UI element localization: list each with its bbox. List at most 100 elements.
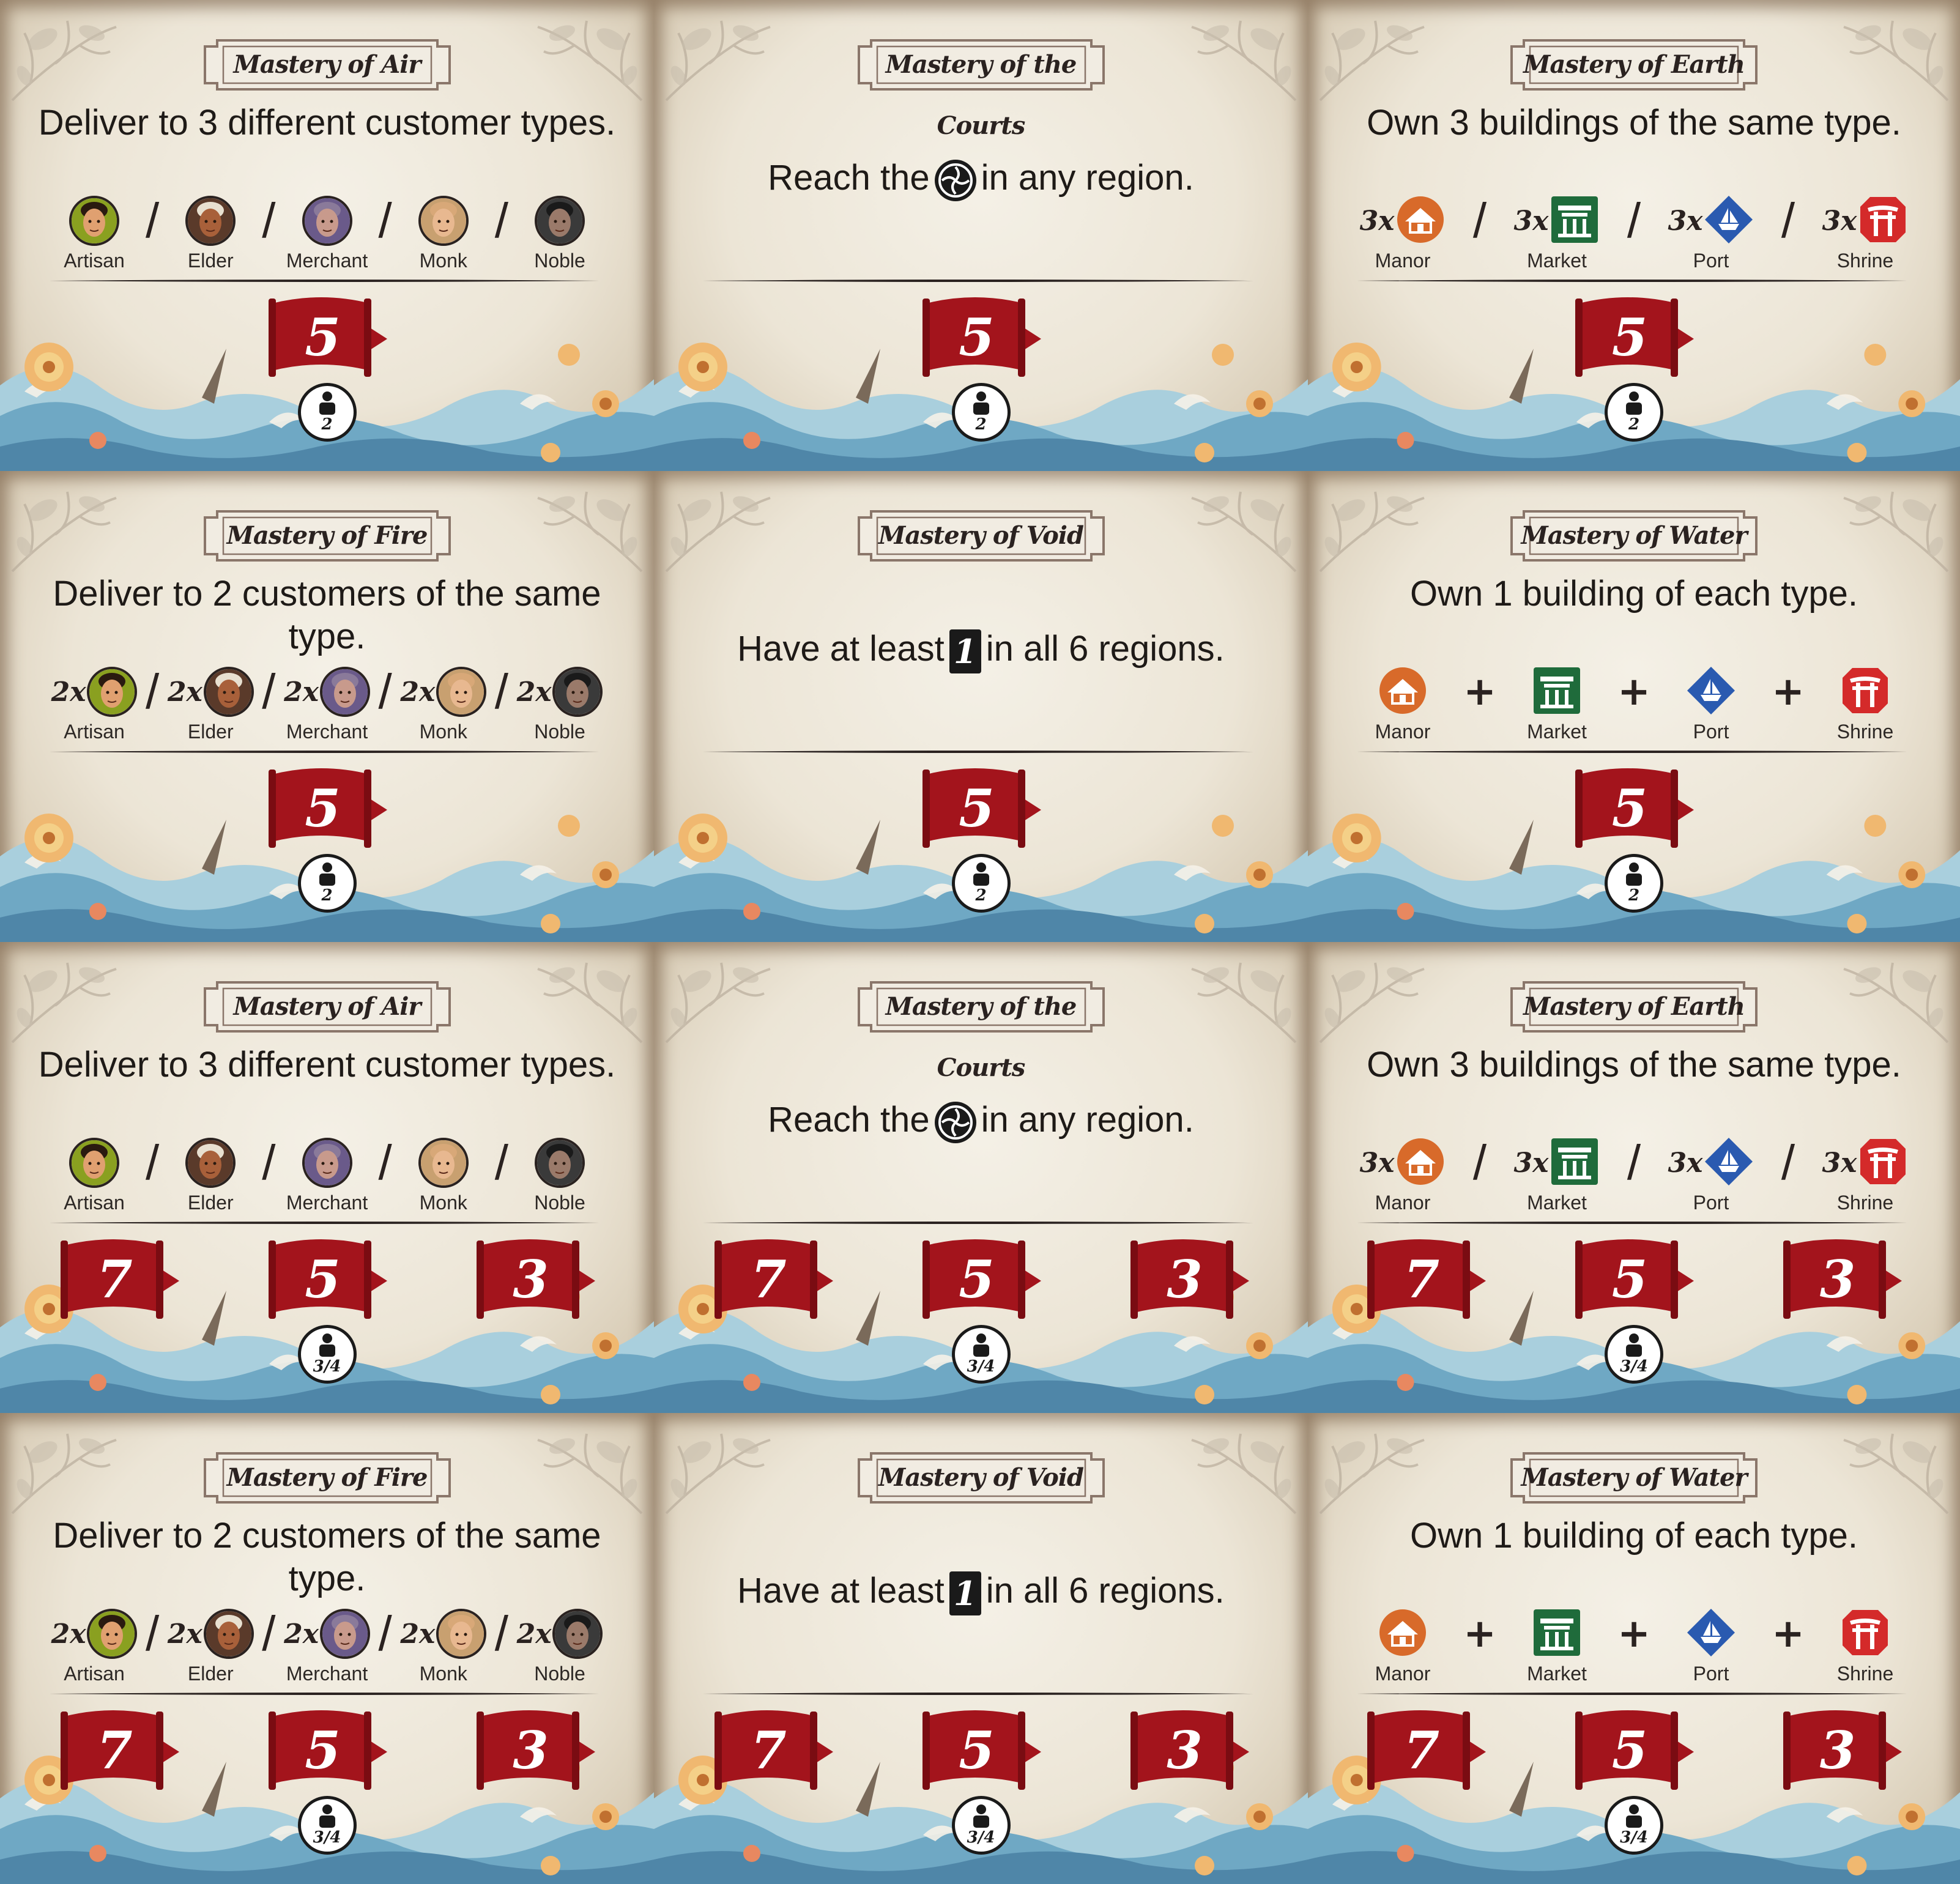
icon-label: Merchant bbox=[286, 250, 368, 272]
artisan-portrait-icon bbox=[69, 196, 119, 246]
icon-slot: Port bbox=[1659, 666, 1763, 743]
icon-label: Monk bbox=[419, 1192, 467, 1214]
reward-row: 5 bbox=[1308, 291, 1960, 383]
mastery-card[interactable]: Mastery of Earth Own 3 buildings of the s… bbox=[1308, 0, 1960, 471]
rule-text: Own 1 building of each type. bbox=[1410, 1516, 1858, 1556]
shrine-icon bbox=[1840, 666, 1890, 718]
multiplier: 2x bbox=[400, 1618, 436, 1650]
player-count-badge: 2 bbox=[1605, 854, 1663, 913]
emblem-icon bbox=[934, 1101, 976, 1143]
monk-portrait-icon bbox=[436, 667, 487, 717]
icon-label: Shrine bbox=[1836, 1192, 1894, 1214]
title-banner: Mastery of the Courts bbox=[853, 976, 1110, 1082]
multiplier: 2x bbox=[284, 676, 319, 708]
reward-row: 7 5 3 bbox=[0, 1233, 654, 1325]
icon-row: Artisan / Elder / Merchant / Monk / Noble bbox=[43, 1137, 611, 1222]
icon-label: Manor bbox=[1375, 1192, 1431, 1214]
player-count-badge: 3/4 bbox=[1605, 1325, 1663, 1384]
title-banner: Mastery of Air bbox=[199, 976, 456, 1037]
icon-slot: 3x Manor bbox=[1351, 195, 1455, 272]
reward-value: 7 bbox=[1403, 1720, 1440, 1781]
player-count: 2 bbox=[975, 415, 987, 434]
monk-portrait-icon bbox=[436, 1609, 487, 1659]
separator: / bbox=[146, 664, 160, 719]
separator: / bbox=[378, 193, 392, 248]
multiplier: 3x bbox=[1359, 205, 1395, 237]
icon-slot: 3x Shrine bbox=[1813, 195, 1917, 272]
mastery-card[interactable]: Mastery of Fire Deliver to 2 customers of… bbox=[0, 1413, 654, 1884]
reward-flag: 7 bbox=[58, 1233, 180, 1325]
reward-value: 7 bbox=[751, 1720, 787, 1781]
reward-row: 7 5 3 bbox=[654, 1704, 1308, 1796]
card-title: Mastery of Void bbox=[878, 521, 1084, 550]
title-banner: Mastery of Fire bbox=[199, 505, 456, 566]
title-banner: Mastery of Air bbox=[199, 34, 456, 95]
mastery-card[interactable]: Mastery of Void Have at least 1 in all 6 … bbox=[654, 471, 1308, 942]
icon-slot: 2x Monk bbox=[392, 1608, 495, 1685]
shrine-icon bbox=[1858, 195, 1908, 247]
reward-flag: 7 bbox=[1365, 1704, 1487, 1796]
reward-value: 5 bbox=[959, 307, 995, 368]
icon-label: Shrine bbox=[1836, 721, 1894, 743]
icon-label: Shrine bbox=[1836, 250, 1894, 272]
icon-label: Noble bbox=[534, 721, 585, 743]
separator: / bbox=[378, 664, 392, 719]
rule-text-after: in all 6 regions. bbox=[986, 1571, 1225, 1611]
player-count-badge: 3/4 bbox=[951, 1325, 1011, 1384]
mastery-card[interactable]: Mastery of the Courts Reach the in any r… bbox=[654, 942, 1308, 1413]
mastery-card[interactable]: Mastery of Water Own 1 building of each t… bbox=[1308, 1413, 1960, 1884]
rule-text: Reach the in any region. bbox=[691, 1099, 1271, 1144]
player-count: 3/4 bbox=[967, 1828, 995, 1847]
divider-line bbox=[1357, 280, 1907, 282]
multiplier: 2x bbox=[167, 1618, 202, 1650]
separator: / bbox=[262, 1606, 276, 1661]
icon-label: Market bbox=[1527, 1663, 1587, 1685]
reward-value: 5 bbox=[305, 307, 341, 368]
icon-slot: 3x Port bbox=[1659, 195, 1763, 272]
card-title: Mastery of Water bbox=[1521, 1463, 1747, 1492]
separator: / bbox=[1781, 193, 1795, 248]
mastery-card[interactable]: Mastery of Fire Deliver to 2 customers of… bbox=[0, 471, 654, 942]
separator: + bbox=[1617, 1611, 1650, 1656]
reward-flag: 7 bbox=[58, 1704, 180, 1796]
rule-text: Deliver to 2 customers of the same type. bbox=[53, 1516, 601, 1598]
reward-value: 5 bbox=[305, 1249, 341, 1310]
icon-slot: Elder bbox=[159, 195, 262, 272]
reward-value: 5 bbox=[959, 778, 995, 839]
rule-text-before: Have at least bbox=[737, 629, 945, 669]
mastery-card[interactable]: Mastery of Air Deliver to 3 different cus… bbox=[0, 0, 654, 471]
card-title: Mastery of the Courts bbox=[885, 50, 1077, 140]
icon-label: Port bbox=[1693, 1663, 1729, 1685]
mastery-card[interactable]: Mastery of Water Own 1 building of each t… bbox=[1308, 471, 1960, 942]
icon-slot: Manor bbox=[1351, 666, 1455, 743]
player-count: 2 bbox=[1628, 415, 1640, 434]
separator: / bbox=[1627, 193, 1641, 248]
card-title: Mastery of Fire bbox=[226, 1463, 428, 1492]
mastery-card[interactable]: Mastery of Earth Own 3 buildings of the s… bbox=[1308, 942, 1960, 1413]
icon-row: Manor + Market + Port + Shrine bbox=[1351, 666, 1917, 751]
icon-slot: 2x Elder bbox=[159, 666, 262, 743]
rule-text: Have at least 1 in all 6 regions. bbox=[691, 628, 1271, 675]
divider-line bbox=[49, 1222, 600, 1224]
multiplier: 3x bbox=[1822, 205, 1857, 237]
player-count-badge: 2 bbox=[1605, 383, 1663, 442]
noble-portrait-icon bbox=[552, 667, 603, 717]
reward-row: 5 bbox=[1308, 762, 1960, 854]
rule-text-before: Have at least bbox=[737, 1571, 945, 1611]
icon-slot: 3x Shrine bbox=[1813, 1137, 1917, 1214]
separator: + bbox=[1617, 669, 1650, 714]
corner-flourish bbox=[1186, 951, 1302, 1067]
mastery-card[interactable]: Mastery of the Courts Reach the in any r… bbox=[654, 0, 1308, 471]
rule-text: Reach the in any region. bbox=[691, 157, 1271, 202]
reward-flag: 3 bbox=[1128, 1233, 1250, 1325]
icon-label: Elder bbox=[187, 1663, 234, 1685]
separator: / bbox=[262, 1135, 276, 1190]
icon-slot: Merchant bbox=[276, 1137, 379, 1214]
reward-value: 3 bbox=[1167, 1249, 1203, 1310]
mastery-card[interactable]: Mastery of Air Deliver to 3 different cus… bbox=[0, 942, 654, 1413]
multiplier: 3x bbox=[1359, 1147, 1395, 1179]
corner-flourish bbox=[660, 951, 776, 1067]
icon-slot: Market bbox=[1505, 666, 1609, 743]
separator: / bbox=[262, 193, 276, 248]
mastery-card[interactable]: Mastery of Void Have at least 1 in all 6 … bbox=[654, 1413, 1308, 1884]
